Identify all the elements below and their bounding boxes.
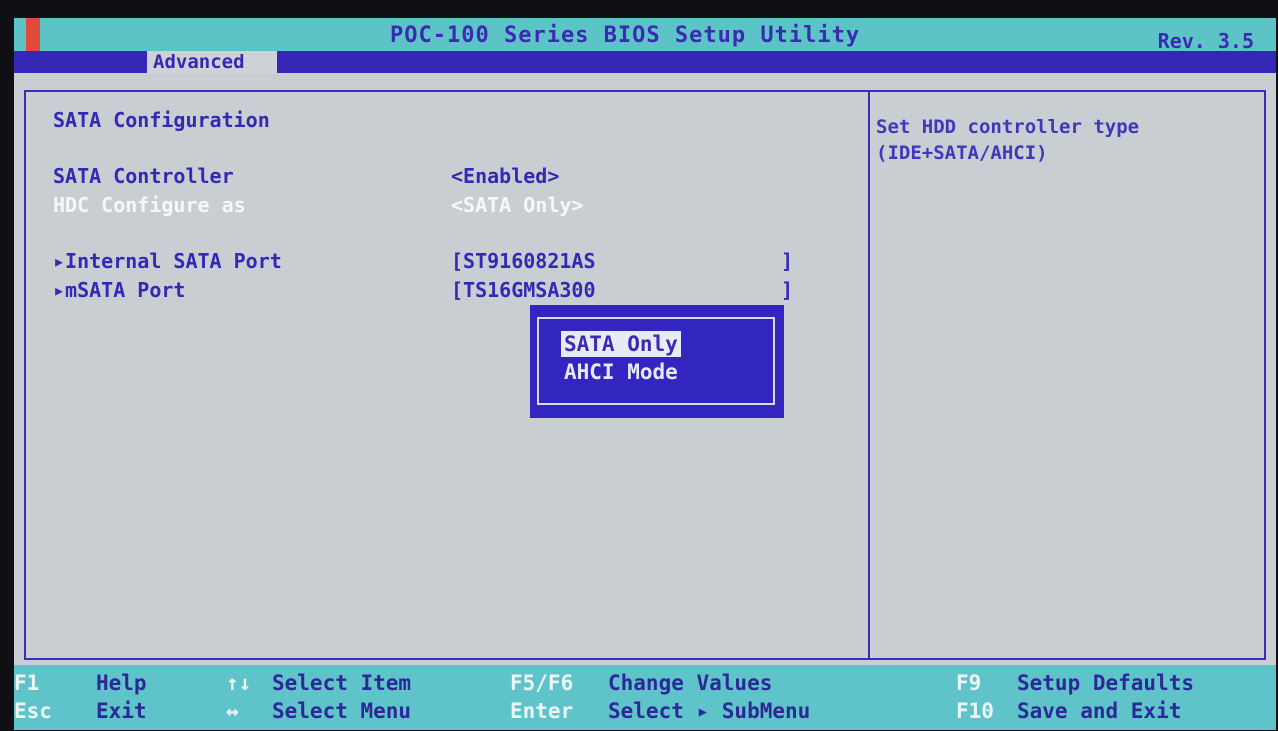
- help-text-line2: (IDE+SATA/AHCI): [876, 142, 1048, 164]
- key-f1: F1: [14, 671, 40, 695]
- key-f9: F9: [956, 671, 982, 695]
- submenu-bracket-internal-sata: ]: [781, 249, 794, 273]
- key-help-bar: F1 Help Esc Exit ↑↓ Select Item ↔ Select…: [14, 665, 1276, 730]
- submenu-internal-sata-port[interactable]: ▸Internal SATA Port: [53, 249, 282, 273]
- bios-title: POC-100 Series BIOS Setup Utility: [390, 23, 861, 48]
- submenu-bracket-msata: ]: [781, 278, 794, 302]
- help-panel: Set HDD controller type (IDE+SATA/AHCI): [870, 90, 1266, 660]
- red-accent-mark: [26, 18, 40, 51]
- key-f5f6: F5/F6: [510, 671, 574, 695]
- key-f1-label: Help: [96, 671, 147, 695]
- key-f9-label: Setup Defaults: [1017, 671, 1195, 695]
- key-esc-label: Exit: [96, 699, 147, 723]
- submenu-value-internal-sata: [ST9160821AS: [451, 249, 596, 273]
- setting-value-hdc-configure[interactable]: <SATA Only>: [451, 193, 583, 217]
- key-updown-label: Select Item: [272, 671, 412, 695]
- bios-screen: POC-100 Series BIOS Setup Utility Rev. 3…: [14, 18, 1276, 730]
- key-enter-label: Select ▸ SubMenu: [608, 699, 811, 723]
- leftright-arrows-icon: ↔: [226, 699, 239, 723]
- option-popup: SATA Only AHCI Mode: [530, 305, 784, 418]
- key-f10-label: Save and Exit: [1017, 699, 1182, 723]
- option-sata-only[interactable]: SATA Only: [561, 331, 681, 357]
- section-title: SATA Configuration: [53, 108, 270, 132]
- help-text-line1: Set HDD controller type: [876, 116, 1140, 138]
- title-bar: POC-100 Series BIOS Setup Utility Rev. 3…: [14, 18, 1276, 53]
- key-f10: F10: [956, 699, 994, 723]
- submenu-value-msata: [TS16GMSA300: [451, 278, 596, 302]
- option-popup-frame: SATA Only AHCI Mode: [537, 317, 775, 405]
- option-ahci-mode[interactable]: AHCI Mode: [561, 359, 681, 385]
- setting-value-sata-controller[interactable]: <Enabled>: [451, 164, 559, 188]
- updown-arrows-icon: ↑↓: [226, 671, 252, 695]
- tab-bar: Advanced: [14, 51, 1276, 73]
- key-enter: Enter: [510, 699, 574, 723]
- tab-advanced[interactable]: Advanced: [147, 51, 277, 73]
- setting-label-hdc-configure[interactable]: HDC Configure as: [53, 193, 246, 217]
- key-esc: Esc: [14, 699, 52, 723]
- setting-label-sata-controller[interactable]: SATA Controller: [53, 164, 234, 188]
- submenu-msata-port[interactable]: ▸mSATA Port: [53, 278, 185, 302]
- key-leftright-label: Select Menu: [272, 699, 412, 723]
- key-f5f6-label: Change Values: [608, 671, 773, 695]
- bios-revision: Rev. 3.5: [1157, 29, 1254, 53]
